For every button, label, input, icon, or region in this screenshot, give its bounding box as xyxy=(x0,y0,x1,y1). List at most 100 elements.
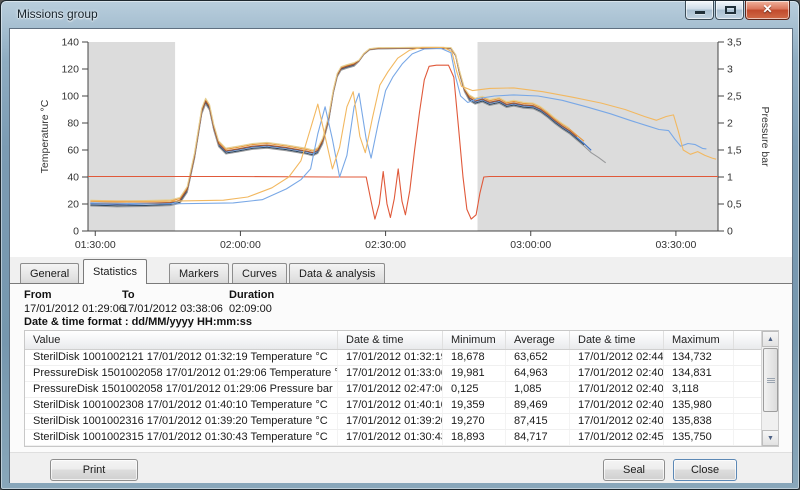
cell-dt_max: 17/01/2012 02:40:10 xyxy=(570,398,664,413)
tab-statistics[interactable]: Statistics xyxy=(83,259,147,284)
table-scrollbar[interactable]: ▲ ▼ xyxy=(761,331,778,446)
cell-average: 89,469 xyxy=(506,398,570,413)
cell-minimum: 0,125 xyxy=(443,382,506,397)
right-axis-tick-label: 0 xyxy=(727,226,733,238)
cell-average: 64,963 xyxy=(506,366,570,381)
duration-label: Duration xyxy=(229,289,274,301)
left-axis-tick-label: 140 xyxy=(61,37,79,49)
tab-curves[interactable]: Curves xyxy=(232,263,287,284)
table-row[interactable]: PressureDisk 1501002058 17/01/2012 01:29… xyxy=(25,382,778,398)
tab-general[interactable]: General xyxy=(20,263,79,284)
cell-maximum: 135,838 xyxy=(664,414,734,429)
tab-data-analysis[interactable]: Data & analysis xyxy=(289,263,385,284)
cell-average: 63,652 xyxy=(506,350,570,365)
left-axis-tick-label: 120 xyxy=(61,64,79,76)
cell-average: 87,415 xyxy=(506,414,570,429)
tab-markers[interactable]: Markers xyxy=(169,263,229,284)
dialog-client-area: 02040608010012014000,511,522,533,501:30:… xyxy=(9,28,793,483)
cell-value: SterilDisk 1001002316 17/01/2012 01:39:2… xyxy=(25,414,338,429)
cell-dt_max: 17/01/2012 02:40:06 xyxy=(570,366,664,381)
cell-dt_max: 17/01/2012 02:45:43 xyxy=(570,430,664,445)
scrollbar-grip-icon xyxy=(767,378,775,384)
tab-bar: GeneralStatistics MarkersCurvesData & ana… xyxy=(10,257,792,284)
right-axis-tick-label: 3,5 xyxy=(727,37,742,49)
table-row[interactable]: SterilDisk 1001002316 17/01/2012 01:39:2… xyxy=(25,414,778,430)
close-window-button[interactable]: ✕ xyxy=(745,1,790,20)
title-bar[interactable]: Missions group ✕ xyxy=(1,1,799,28)
cell-dt_min: 17/01/2012 02:47:06 xyxy=(338,382,443,397)
print-button[interactable]: Print xyxy=(50,459,138,481)
x-axis-tick-label: 02:00:00 xyxy=(220,239,261,251)
column-header-maximum[interactable]: Maximum xyxy=(664,331,734,349)
table-row[interactable]: PressureDisk 1501002058 17/01/2012 01:29… xyxy=(25,366,778,382)
chart-plot-area[interactable]: 02040608010012014000,511,522,533,501:30:… xyxy=(10,29,792,257)
x-axis-tick-label: 02:30:00 xyxy=(365,239,406,251)
scrollbar-thumb[interactable] xyxy=(763,348,778,412)
close-button[interactable]: Close xyxy=(673,459,737,481)
stat-from: From 17/01/2012 01:29:06 xyxy=(24,289,125,315)
column-header-minimum[interactable]: Minimum xyxy=(443,331,506,349)
cell-maximum: 135,980 xyxy=(664,398,734,413)
date-format-note: Date & time format : dd/MM/yyyy HH:mm:ss xyxy=(24,316,252,328)
cell-maximum: 134,831 xyxy=(664,366,734,381)
right-axis-tick-label: 3 xyxy=(727,64,733,76)
scrollbar-down-arrow-icon[interactable]: ▼ xyxy=(762,430,779,446)
window-title: Missions group xyxy=(17,7,98,21)
seal-button[interactable]: Seal xyxy=(603,459,665,481)
cell-value: SterilDisk 1001002121 17/01/2012 01:32:1… xyxy=(25,350,338,365)
right-axis-tick-label: 1 xyxy=(727,172,733,184)
x-axis-tick-label: 01:30:00 xyxy=(75,239,116,251)
column-header-date-time[interactable]: Date & time xyxy=(570,331,664,349)
to-label: To xyxy=(122,289,223,301)
cell-dt_min: 17/01/2012 01:30:43 xyxy=(338,430,443,445)
cell-value: PressureDisk 1501002058 17/01/2012 01:29… xyxy=(25,366,338,381)
cell-minimum: 18,893 xyxy=(443,430,506,445)
cell-average: 84,717 xyxy=(506,430,570,445)
stat-duration: Duration 02:09:00 xyxy=(229,289,274,315)
window-controls: ✕ xyxy=(685,1,790,20)
cell-average: 1,085 xyxy=(506,382,570,397)
column-header-average[interactable]: Average xyxy=(506,331,570,349)
left-axis-tick-label: 0 xyxy=(73,226,79,238)
minimize-icon xyxy=(695,11,705,14)
table-row[interactable]: SterilDisk 1001002308 17/01/2012 01:40:1… xyxy=(25,398,778,414)
cell-dt_max: 17/01/2012 02:40:20 xyxy=(570,414,664,429)
table-row[interactable]: SterilDisk 1001002121 17/01/2012 01:32:1… xyxy=(25,350,778,366)
cell-dt_max: 17/01/2012 02:40:06 xyxy=(570,382,664,397)
missions-group-dialog: Missions group ✕ 02040608010012014000,51… xyxy=(0,0,800,490)
right-axis-tick-label: 1,5 xyxy=(727,145,742,157)
cell-dt_min: 17/01/2012 01:40:10 xyxy=(338,398,443,413)
scrollbar-up-arrow-icon[interactable]: ▲ xyxy=(762,331,779,347)
left-axis-title: Temperature °C xyxy=(39,99,51,173)
phase-shaded-band xyxy=(478,42,718,231)
cell-maximum: 134,732 xyxy=(664,350,734,365)
right-axis-tick-label: 2 xyxy=(727,118,733,130)
minimize-button[interactable] xyxy=(685,1,714,20)
x-axis-tick-label: 03:30:00 xyxy=(655,239,696,251)
cell-dt_min: 17/01/2012 01:32:19 xyxy=(338,350,443,365)
cell-value: SterilDisk 1001002308 17/01/2012 01:40:1… xyxy=(25,398,338,413)
cell-minimum: 19,359 xyxy=(443,398,506,413)
maximize-button[interactable] xyxy=(715,1,744,20)
cell-minimum: 19,981 xyxy=(443,366,506,381)
left-axis-tick-label: 20 xyxy=(67,199,79,211)
left-axis-tick-label: 60 xyxy=(67,145,79,157)
column-header-value[interactable]: Value xyxy=(25,331,338,349)
table-header-row: ValueDate & timeMinimumAverageDate & tim… xyxy=(25,331,778,350)
duration-value: 02:09:00 xyxy=(229,303,274,315)
cell-value: PressureDisk 1501002058 17/01/2012 01:29… xyxy=(25,382,338,397)
cell-value: SterilDisk 1001002315 17/01/2012 01:30:4… xyxy=(25,430,338,445)
cell-dt_min: 17/01/2012 01:39:20 xyxy=(338,414,443,429)
statistics-tab-panel: From 17/01/2012 01:29:06 To 17/01/2012 0… xyxy=(10,283,792,452)
right-axis-tick-label: 2,5 xyxy=(727,91,742,103)
cell-maximum: 3,118 xyxy=(664,382,734,397)
from-label: From xyxy=(24,289,125,301)
table-row[interactable]: SterilDisk 1001002315 17/01/2012 01:30:4… xyxy=(25,430,778,446)
table-body: SterilDisk 1001002121 17/01/2012 01:32:1… xyxy=(25,350,778,446)
right-axis-tick-label: 0,5 xyxy=(727,199,742,211)
chart-panel: 02040608010012014000,511,522,533,501:30:… xyxy=(10,29,792,257)
cell-maximum: 135,750 xyxy=(664,430,734,445)
column-header-date-time[interactable]: Date & time xyxy=(338,331,443,349)
statistics-table: ValueDate & timeMinimumAverageDate & tim… xyxy=(24,330,779,447)
cell-minimum: 19,270 xyxy=(443,414,506,429)
